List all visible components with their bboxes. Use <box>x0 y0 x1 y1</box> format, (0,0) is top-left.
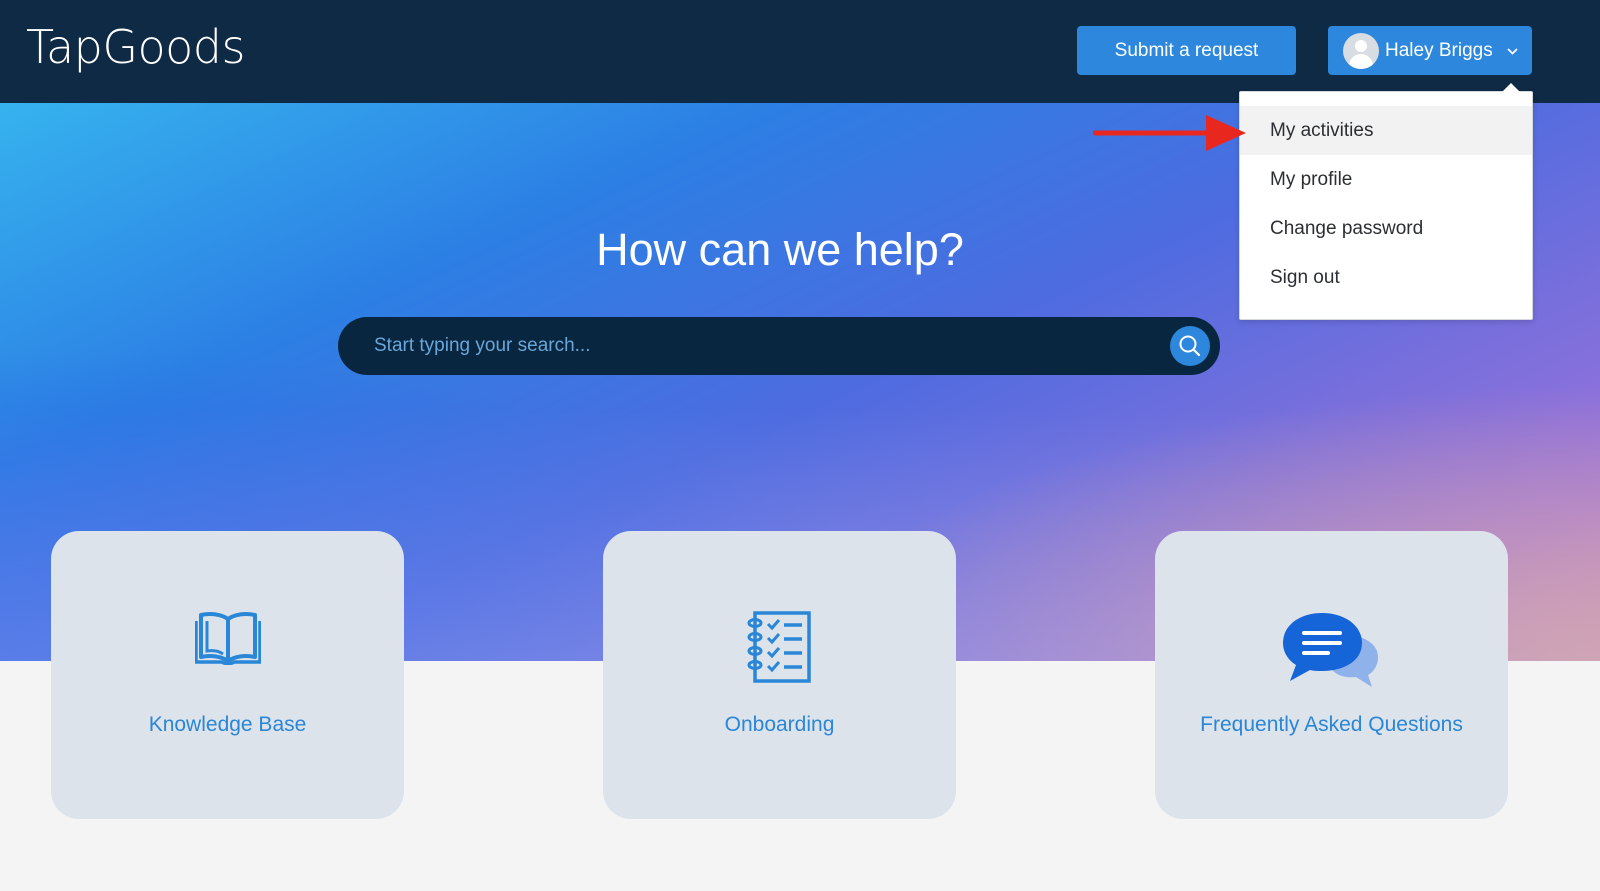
submit-request-button[interactable]: Submit a request <box>1077 26 1296 75</box>
tapgoods-logo[interactable]: TapGoods <box>26 20 245 74</box>
search-icon <box>1179 335 1201 357</box>
category-card-faq[interactable]: Frequently Asked Questions <box>1155 531 1508 819</box>
user-name: Haley Briggs <box>1385 39 1493 61</box>
menu-item-change-password[interactable]: Change password <box>1240 204 1532 253</box>
category-card-knowledge-base[interactable]: Knowledge Base <box>51 531 404 819</box>
search-input[interactable]: Start typing your search... <box>374 335 591 357</box>
top-navbar: TapGoods Submit a request Haley Briggs <box>0 0 1600 103</box>
user-menu-button[interactable]: Haley Briggs <box>1328 26 1532 75</box>
user-avatar-icon <box>1343 32 1379 69</box>
menu-item-my-profile[interactable]: My profile <box>1240 155 1532 204</box>
checklist-icon <box>603 611 956 683</box>
category-label: Knowledge Base <box>148 713 307 736</box>
category-label: Onboarding <box>724 713 835 736</box>
search-button[interactable] <box>1170 326 1210 366</box>
chat-bubbles-icon <box>1155 611 1508 687</box>
category-label: Frequently Asked Questions <box>1200 713 1463 736</box>
user-dropdown-menu: My activities My profile Change password… <box>1239 83 1533 320</box>
search-bar[interactable]: Start typing your search... <box>338 317 1220 375</box>
menu-item-my-activities[interactable]: My activities <box>1240 106 1532 155</box>
menu-item-sign-out[interactable]: Sign out <box>1240 253 1532 302</box>
red-arrow-icon <box>1093 115 1246 151</box>
chevron-down-icon <box>1507 44 1518 58</box>
open-book-icon <box>51 611 404 665</box>
category-card-onboarding[interactable]: Onboarding <box>603 531 956 819</box>
